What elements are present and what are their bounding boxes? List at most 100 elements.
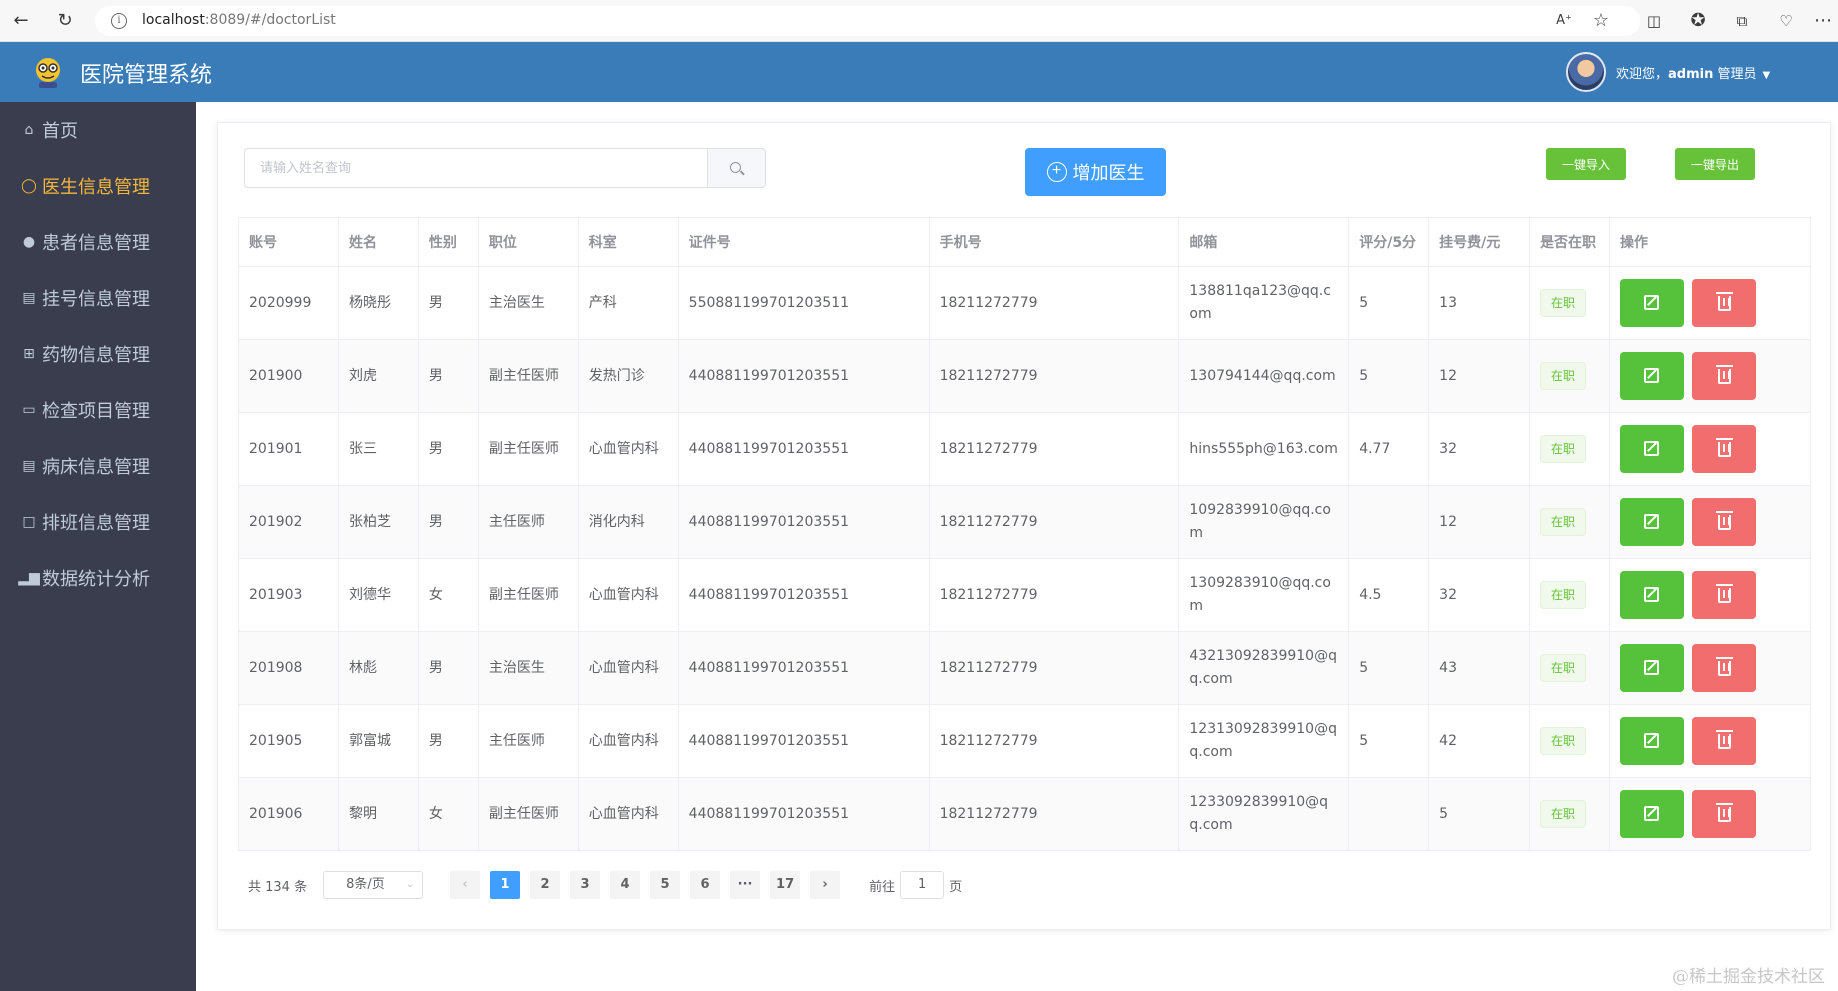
sidebar-item-exams[interactable]: ▭ 检查项目管理 [0,382,196,438]
edit-icon [1644,660,1660,675]
column-header: 手机号 [928,217,1180,267]
cell-fee: 43 [1428,631,1531,705]
more-menu-icon[interactable]: ⋯ [1812,10,1834,32]
cell-title: 主任医师 [477,704,579,778]
add-doctor-button[interactable]: + 增加医生 [1025,148,1166,196]
status-badge: 在职 [1540,435,1587,463]
cell-id_no: 550881199701203511 [677,266,930,340]
cell-actions [1609,704,1811,778]
info-icon[interactable]: i [111,13,127,29]
edit-button[interactable] [1620,571,1685,619]
edit-icon [1644,733,1660,748]
avatar[interactable] [1566,52,1606,92]
page-button[interactable]: 2 [530,871,561,899]
search-input[interactable] [245,149,707,187]
sidebar-item-home[interactable]: ⌂ 首页 [0,102,196,158]
sidebar-item-doctors[interactable]: ◯ 医生信息管理 [0,158,196,214]
cell-status: 在职 [1529,777,1611,851]
column-header: 账号 [238,217,339,267]
page-button[interactable]: 5 [650,871,681,899]
cell-account: 201902 [238,485,339,559]
export-button[interactable]: 一键导出 [1675,148,1755,180]
reload-icon[interactable]: ↻ [54,10,76,32]
more-pages-button[interactable]: ··· [730,871,761,899]
cell-gender: 男 [417,412,479,486]
trash-icon [1716,730,1734,749]
sidebar-item-medicines[interactable]: ⊞ 药物信息管理 [0,326,196,382]
delete-button[interactable] [1692,790,1757,838]
edit-button[interactable] [1620,644,1685,692]
back-arrow-icon[interactable]: ← [10,10,32,32]
cell-score: 5 [1348,631,1430,705]
edit-button[interactable] [1620,717,1685,765]
delete-button[interactable] [1692,279,1757,327]
cell-dept: 产科 [577,266,679,340]
page-button[interactable]: 6 [690,871,721,899]
goto-label: 前往 [869,879,896,895]
read-aloud-icon[interactable]: A⁺ [1553,10,1575,32]
delete-button[interactable] [1692,644,1757,692]
cell-status: 在职 [1529,631,1611,705]
address-bar[interactable]: i localhost:8089/#/doctorList [95,6,1640,36]
page-button[interactable]: 4 [610,871,641,899]
cell-email: 1309283910@qq.com [1178,558,1350,632]
table-row: 201903 刘德华女副主任医师 心血管内科 440881199701203551 18… [238,558,1811,632]
delete-button[interactable] [1692,425,1757,473]
column-header: 性别 [417,217,479,267]
delete-button[interactable] [1692,717,1757,765]
cell-name: 刘虎 [337,339,419,413]
page-size-select[interactable]: 8条/页 ⌄ [323,871,424,899]
cell-phone: 18211272779 [928,558,1180,632]
cell-fee: 32 [1428,412,1531,486]
cell-phone: 18211272779 [928,266,1180,340]
search-box [244,148,766,188]
sidebar-item-label: 病床信息管理 [42,457,150,478]
cell-name: 刘德华 [337,558,419,632]
page-size-value: 8条/页 [346,877,385,892]
edit-button[interactable] [1620,498,1685,546]
cell-gender: 女 [417,777,479,851]
edit-button[interactable] [1620,790,1685,838]
page-button[interactable]: 3 [570,871,601,899]
split-screen-icon[interactable]: ◫ [1643,10,1665,32]
sidebar-item-beds[interactable]: ▤ 病床信息管理 [0,438,196,494]
delete-button[interactable] [1692,352,1757,400]
prev-page-button[interactable]: ‹ [450,871,481,899]
browser-essentials-icon[interactable]: ♡ [1775,10,1797,32]
app-header: 医院管理系统 欢迎您，admin 管理员 ▼ [0,42,1838,102]
sidebar-item-statistics[interactable]: ▂▆ 数据统计分析 [0,550,196,606]
goto-page-input[interactable]: 1 [900,871,945,899]
delete-button[interactable] [1692,498,1757,546]
cell-status: 在职 [1529,558,1611,632]
status-badge: 在职 [1540,727,1587,755]
delete-button[interactable] [1692,571,1757,619]
medicine-box-icon: ⊞ [23,346,35,362]
edit-button[interactable] [1620,352,1685,400]
edit-button[interactable] [1620,279,1685,327]
sidebar-item-schedules[interactable]: □ 排班信息管理 [0,494,196,550]
sidebar-item-patients[interactable]: ● 患者信息管理 [0,214,196,270]
sidebar: ⌂ 首页 ◯ 医生信息管理 ● 患者信息管理 ▤ 挂号信息管理 ⊞ 药物信息管理 ▭ 检查项… [0,102,196,991]
status-badge: 在职 [1540,800,1587,828]
collections-icon[interactable]: ⧉ [1731,10,1753,32]
favorite-star-icon[interactable]: ☆ [1590,10,1612,32]
trash-icon [1716,365,1734,384]
search-icon [730,162,741,173]
sidebar-item-label: 首页 [42,121,78,142]
page-button[interactable]: 1 [490,871,521,899]
cell-email: 12313092839910@qq.com [1178,704,1350,778]
trash-icon [1716,292,1734,311]
cell-title: 主任医师 [477,485,579,559]
page-button[interactable]: 17 [770,871,801,899]
next-page-button[interactable]: › [810,871,841,899]
sidebar-item-registrations[interactable]: ▤ 挂号信息管理 [0,270,196,326]
favorites-icon[interactable]: ✪ [1687,10,1709,32]
cell-score [1348,485,1430,559]
cell-status: 在职 [1529,266,1611,340]
table-row: 201902 张柏芝男主任医师 消化内科 440881199701203551 1821… [238,485,1811,559]
edit-button[interactable] [1620,425,1685,473]
user-dropdown[interactable]: 欢迎您，admin 管理员 ▼ [1616,63,1770,82]
cell-account: 201906 [238,777,339,851]
search-button[interactable] [707,149,765,187]
import-button[interactable]: 一键导入 [1546,148,1626,180]
